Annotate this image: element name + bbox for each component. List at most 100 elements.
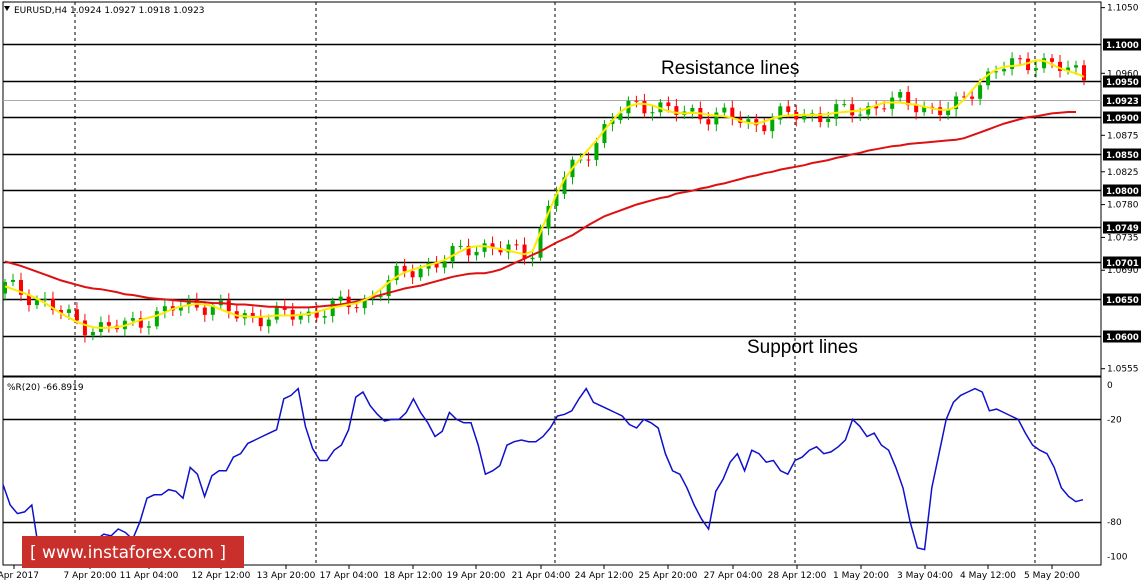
candle-body [762, 125, 767, 132]
candle-body [266, 319, 271, 327]
candle-body [834, 104, 839, 119]
candle-body [10, 279, 15, 282]
time-label: 13 Apr 20:00 [257, 571, 316, 581]
current-price-label: 1.0923 [1106, 97, 1139, 107]
candle-body [882, 108, 887, 110]
candle-body [714, 112, 719, 125]
time-label: 1 May 20:00 [833, 571, 889, 581]
horizontal-levels [3, 43, 1101, 338]
grid-layer [2, 1, 1102, 566]
candle-body [594, 143, 599, 160]
williams-r-indicator [2, 387, 1101, 558]
y-tick-label: 1.0690 [1107, 266, 1139, 276]
time-label: 21 Apr 04:00 [512, 571, 571, 581]
candle-body [826, 118, 831, 123]
y-tick-label: 1.0825 [1107, 168, 1139, 178]
symbol-header: EURUSD,H4 1.0924 1.0927 1.0918 1.0923 [14, 6, 205, 16]
candle-body [978, 85, 983, 99]
level-label: 1.0650 [1106, 296, 1139, 306]
candle-body [202, 307, 207, 315]
candle-body [42, 298, 47, 300]
price-chart[interactable]: 1.10001.09501.09001.08501.08001.07491.07… [0, 0, 1143, 585]
y-tick-label: 1.0555 [1107, 365, 1139, 375]
candle-body [530, 257, 535, 260]
support-annotation: Support lines [747, 337, 858, 358]
time-label: 19 Apr 20:00 [447, 571, 506, 581]
candle-body [938, 107, 943, 115]
candle-body [354, 307, 359, 309]
time-label: 3 May 04:00 [897, 571, 953, 581]
candle-body [258, 316, 263, 327]
level-label: 1.0600 [1106, 333, 1139, 343]
candle-body [322, 316, 327, 318]
time-label: 5 May 20:00 [1024, 571, 1080, 581]
candle-body [338, 296, 343, 301]
candle-body [82, 320, 87, 336]
candle-body [442, 261, 447, 268]
wr-tick-label: 0 [1107, 381, 1113, 391]
candle-body [650, 112, 655, 114]
candle-body [1034, 68, 1039, 71]
indicator-header: %R(20) -66.8919 [7, 383, 84, 393]
candle-body [274, 306, 279, 320]
candle-body [770, 119, 775, 132]
time-label: 6 Apr 2017 [0, 571, 39, 581]
candle-body [226, 300, 231, 312]
time-label: 12 Apr 12:00 [192, 571, 251, 581]
candle-body [106, 322, 111, 326]
wr-tick-label: -20 [1107, 415, 1122, 425]
candle-body [298, 315, 303, 320]
y-tick-label: 1.0960 [1107, 69, 1139, 79]
time-label: 11 Apr 04:00 [120, 571, 179, 581]
candle-body [914, 105, 919, 113]
candle-body [1042, 58, 1047, 69]
y-tick-label: 1.0875 [1107, 131, 1139, 141]
candle-body [1010, 58, 1015, 70]
candle-body [1018, 58, 1023, 60]
wr-line [2, 387, 1084, 558]
candle-body [634, 100, 639, 102]
y-tick-label: 1.0735 [1107, 233, 1139, 243]
candle-body [730, 107, 735, 119]
candle-body [970, 96, 975, 99]
time-label: 27 Apr 04:00 [704, 571, 763, 581]
y-tick-label: 1.1050 [1107, 4, 1139, 14]
candle-body [450, 245, 455, 262]
candle-body [130, 318, 135, 321]
candle-body [850, 104, 855, 116]
level-label: 1.0850 [1106, 151, 1139, 161]
candle-body [410, 271, 415, 278]
candle-body [1002, 69, 1007, 72]
candle-body [90, 331, 95, 336]
candle-body [514, 244, 519, 246]
candle-body [586, 159, 591, 161]
candle-body [402, 265, 407, 272]
resistance-annotation: Resistance lines [661, 58, 799, 79]
candle-body [1082, 65, 1086, 81]
watermark-text: [ www.instaforex.com ] [30, 543, 226, 563]
price-axis: 1.10001.09501.09001.08501.08001.07491.07… [1101, 4, 1141, 562]
level-label: 1.1000 [1106, 41, 1139, 51]
time-label: 7 Apr 20:00 [64, 571, 117, 581]
candle-body [146, 326, 151, 328]
candle-body [482, 243, 487, 252]
time-label: 4 May 12:00 [960, 571, 1016, 581]
time-label: 17 Apr 04:00 [320, 571, 379, 581]
candle-body [154, 311, 159, 327]
candle-body [842, 104, 847, 106]
candle-body [898, 92, 903, 98]
candle-body [474, 251, 479, 256]
candle-body [706, 119, 711, 125]
candle-body [642, 101, 647, 114]
candle-body [1074, 65, 1079, 68]
level-label: 1.0950 [1106, 78, 1139, 88]
candle-body [786, 106, 791, 112]
candle-body [162, 306, 167, 312]
watermark: [ www.instaforex.com ] [22, 536, 244, 568]
candle-body [418, 268, 423, 278]
menu-triangle-icon[interactable] [4, 6, 10, 11]
candle-body [858, 114, 863, 116]
candle-body [690, 107, 695, 112]
level-label: 1.0900 [1106, 114, 1139, 124]
time-label: 25 Apr 20:00 [639, 571, 698, 581]
